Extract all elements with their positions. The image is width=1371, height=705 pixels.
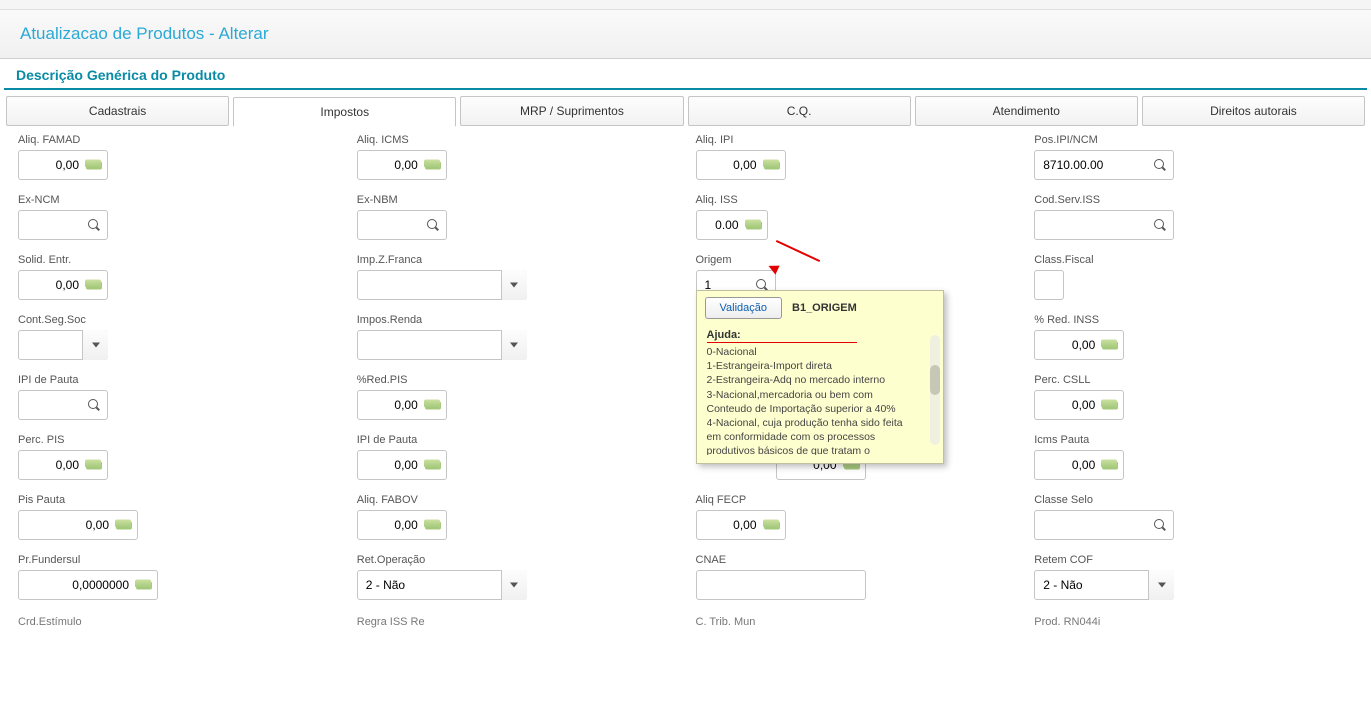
label-solid-entr: Solid. Entr. [18,254,337,266]
label-pos-ipi-ncm: Pos.IPI/NCM [1034,134,1353,146]
ipi-pauta-2-input[interactable] [357,450,447,480]
label-cod-serv-iss: Cod.Serv.ISS [1034,194,1353,206]
class-fiscal-input[interactable] [1034,270,1064,300]
popup-option: 1-Estrangeira-Import direta [707,359,919,373]
label-aliq-famad: Aliq. FAMAD [18,134,337,146]
label-origem: Origem [696,254,1015,266]
perc-pis-input[interactable] [18,450,108,480]
scrollbar-thumb[interactable] [930,365,940,395]
label-aliq-iss: Aliq. ISS [696,194,1015,206]
label-ipi-pauta: IPI de Pauta [18,374,337,386]
label-regra-iss-re: Regra ISS Re [357,612,425,632]
label-classe-selo: Classe Selo [1034,494,1353,506]
aliq-famad-input[interactable] [18,150,108,180]
label-pct-red-pis: %Red.PIS [357,374,676,386]
popup-field-code: B1_ORIGEM [792,302,857,314]
annotation-underline [707,342,857,343]
section-title: Descrição Genérica do Produto [4,59,1367,90]
label-perc-pis: Perc. PIS [18,434,337,446]
aliq-fecp-input[interactable] [696,510,786,540]
label-ex-nbm: Ex-NBM [357,194,676,206]
popup-help-label: Ajuda: [707,329,933,341]
popup-option: 3-Nacional,mercadoria ou bem com Conteud… [707,388,919,416]
label-aliq-ipi: Aliq. IPI [696,134,1015,146]
search-icon[interactable] [1153,518,1167,532]
page-header: Atualizacao de Produtos - Alterar [0,10,1371,59]
label-icms-pauta: Icms Pauta [1034,434,1353,446]
pis-pauta-input[interactable] [18,510,138,540]
label-crd-estimulo: Crd.Estímulo [18,612,82,632]
label-imp-z-franca: Imp.Z.Franca [357,254,676,266]
search-icon[interactable] [1153,158,1167,172]
tabs: Cadastrais Impostos MRP / Suprimentos C.… [0,90,1371,126]
label-aliq-fabov: Aliq. FABOV [357,494,676,506]
tab-direitos[interactable]: Direitos autorais [1142,96,1365,126]
label-cnae: CNAE [696,554,1015,566]
search-icon[interactable] [87,398,101,412]
label-pct-red-inss: % Red. INSS [1034,314,1353,326]
pct-red-inss-input[interactable] [1034,330,1124,360]
label-aliq-icms: Aliq. ICMS [357,134,676,146]
label-class-fiscal: Class.Fiscal [1034,254,1353,266]
help-popup: Validação B1_ORIGEM Ajuda: 0-Nacional 1-… [696,290,944,464]
aliq-icms-input[interactable] [357,150,447,180]
solid-entr-input[interactable] [18,270,108,300]
search-icon[interactable] [1153,218,1167,232]
chevron-down-icon[interactable] [501,270,527,300]
tab-cadastrais[interactable]: Cadastrais [6,96,229,126]
search-icon[interactable] [426,218,440,232]
popup-option: 2-Estrangeira-Adq no mercado interno [707,373,919,387]
label-c-trib-mun: C. Trib. Mun [696,612,756,632]
chevron-down-icon[interactable] [1148,570,1174,600]
popup-option-list: 0-Nacional 1-Estrangeira-Import direta 2… [707,345,933,455]
label-ipi-pauta-2: IPI de Pauta [357,434,676,446]
label-impos-renda: Impos.Renda [357,314,676,326]
label-prod-rn044: Prod. RN044i [1034,612,1100,632]
search-icon[interactable] [87,218,101,232]
label-pis-pauta: Pis Pauta [18,494,337,506]
validacao-button[interactable]: Validação [705,297,783,319]
tab-impostos[interactable]: Impostos [233,97,456,127]
icms-pauta-input[interactable] [1034,450,1124,480]
tab-cq[interactable]: C.Q. [688,96,911,126]
label-retem-cof: Retem COF [1034,554,1353,566]
aliq-iss-input[interactable] [696,210,768,240]
chevron-down-icon[interactable] [501,570,527,600]
pr-fundersul-input[interactable] [18,570,158,600]
label-cont-seg-soc: Cont.Seg.Soc [18,314,337,326]
label-ret-operacao: Ret.Operação [357,554,676,566]
label-ex-ncm: Ex-NCM [18,194,337,206]
label-aliq-fecp: Aliq FECP [696,494,1015,506]
label-pr-fundersul: Pr.Fundersul [18,554,337,566]
aliq-fabov-input[interactable] [357,510,447,540]
page-title: Atualizacao de Produtos - Alterar [20,24,1351,44]
chevron-down-icon[interactable] [501,330,527,360]
popup-option: 4-Nacional, cuja produção tenha sido fei… [707,416,919,455]
cnae-input[interactable] [696,570,866,600]
tab-mrp[interactable]: MRP / Suprimentos [460,96,683,126]
tab-atendimento[interactable]: Atendimento [915,96,1138,126]
popup-scrollbar[interactable] [930,335,940,445]
form-area: Aliq. FAMAD Aliq. ICMS Aliq. IPI Pos.IPI… [0,126,1371,636]
chevron-down-icon[interactable] [82,330,108,360]
popup-option: 0-Nacional [707,345,919,359]
pct-red-pis-input[interactable] [357,390,447,420]
top-bar [0,0,1371,10]
label-perc-csll: Perc. CSLL [1034,374,1353,386]
perc-csll-input[interactable] [1034,390,1124,420]
aliq-ipi-input[interactable] [696,150,786,180]
